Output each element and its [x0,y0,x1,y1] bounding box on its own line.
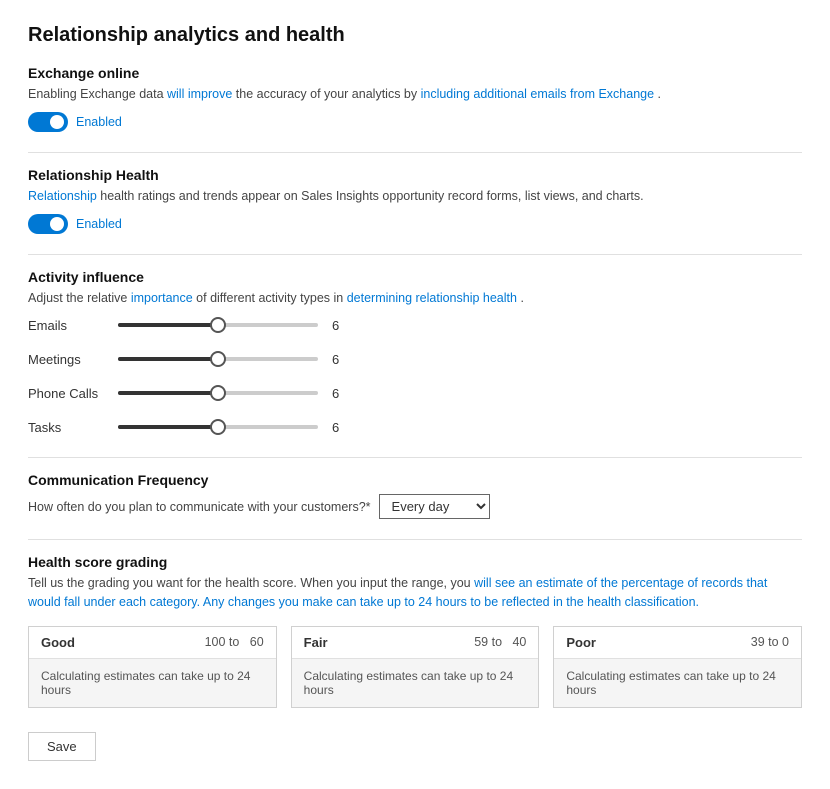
relationship-health-description: Relationship health ratings and trends a… [28,187,802,206]
grade-poor-body: Calculating estimates can take up to 24 … [554,659,801,707]
grade-card-good-header: Good 100 to 60 [29,627,276,659]
grade-card-fair-header: Fair 59 to 40 [292,627,539,659]
meetings-slider-label: Meetings [28,352,118,367]
emails-slider-label: Emails [28,318,118,333]
meetings-slider-value: 6 [332,352,348,367]
divider-2 [28,254,802,255]
grade-card-good: Good 100 to 60 Calculating estimates can… [28,626,277,708]
grade-poor-title: Poor [566,635,596,650]
page-title: Relationship analytics and health [28,24,802,47]
meetings-slider[interactable] [118,349,318,369]
communication-frequency-description: How often do you plan to communicate wit… [28,500,371,514]
grade-good-range: 100 to 60 [205,635,264,649]
communication-frequency-section: Communication Frequency How often do you… [28,472,802,519]
exchange-online-section: Exchange online Enabling Exchange data w… [28,65,802,132]
emails-slider-value: 6 [332,318,348,333]
activity-influence-heading: Activity influence [28,269,802,285]
communication-frequency-heading: Communication Frequency [28,472,802,488]
phone-calls-slider[interactable] [118,383,318,403]
divider-4 [28,539,802,540]
will-see-link[interactable]: will see [474,576,515,590]
activity-influence-description: Adjust the relative importance of differ… [28,289,802,308]
exchange-online-toggle[interactable] [28,112,68,132]
communication-frequency-row: How often do you plan to communicate wit… [28,494,802,519]
exchange-online-toggle-row: Enabled [28,112,802,132]
health-score-grading-description: Tell us the grading you want for the hea… [28,574,802,612]
activity-influence-section: Activity influence Adjust the relative i… [28,269,802,438]
phone-calls-slider-label: Phone Calls [28,386,118,401]
grade-fair-range: 59 to 40 [474,635,526,649]
tasks-slider-row: Tasks 6 [28,417,802,437]
save-button[interactable]: Save [28,732,96,761]
phone-calls-slider-value: 6 [332,386,348,401]
grade-fair-title: Fair [304,635,328,650]
divider-3 [28,457,802,458]
grade-card-fair: Fair 59 to 40 Calculating estimates can … [291,626,540,708]
grade-cards-container: Good 100 to 60 Calculating estimates can… [28,626,802,708]
relationship-health-heading: Relationship Health [28,167,802,183]
relationship-health-toggle-label: Enabled [76,217,122,231]
phone-calls-slider-row: Phone Calls 6 [28,383,802,403]
tasks-slider-value: 6 [332,420,348,435]
grade-good-body: Calculating estimates can take up to 24 … [29,659,276,707]
divider-1 [28,152,802,153]
exchange-will-improve-link[interactable]: will improve [167,87,232,101]
health-score-grading-section: Health score grading Tell us the grading… [28,554,802,708]
communication-frequency-select[interactable]: Every day Every week Every month [379,494,490,519]
tasks-slider[interactable] [118,417,318,437]
grade-good-estimate: Calculating estimates can take up to 24 … [41,669,264,697]
grade-fair-estimate: Calculating estimates can take up to 24 … [304,669,527,697]
health-score-grading-heading: Health score grading [28,554,802,570]
grade-card-poor: Poor 39 to 0 Calculating estimates can t… [553,626,802,708]
emails-slider[interactable] [118,315,318,335]
relationship-health-toggle-row: Enabled [28,214,802,234]
grade-poor-estimate: Calculating estimates can take up to 24 … [566,669,789,697]
relationship-health-toggle[interactable] [28,214,68,234]
tasks-slider-label: Tasks [28,420,118,435]
exchange-including-link[interactable]: including additional emails from Exchang… [421,87,654,101]
grade-card-poor-header: Poor 39 to 0 [554,627,801,659]
determining-link[interactable]: determining relationship health [347,291,517,305]
exchange-online-toggle-label: Enabled [76,115,122,129]
grade-fair-body: Calculating estimates can take up to 24 … [292,659,539,707]
relationship-health-section: Relationship Health Relationship health … [28,167,802,234]
grade-good-title: Good [41,635,75,650]
emails-slider-row: Emails 6 [28,315,802,335]
exchange-online-description: Enabling Exchange data will improve the … [28,85,802,104]
importance-link[interactable]: importance [131,291,193,305]
relationship-health-link[interactable]: Relationship [28,189,97,203]
grade-poor-range: 39 to 0 [751,635,789,649]
meetings-slider-row: Meetings 6 [28,349,802,369]
exchange-online-heading: Exchange online [28,65,802,81]
